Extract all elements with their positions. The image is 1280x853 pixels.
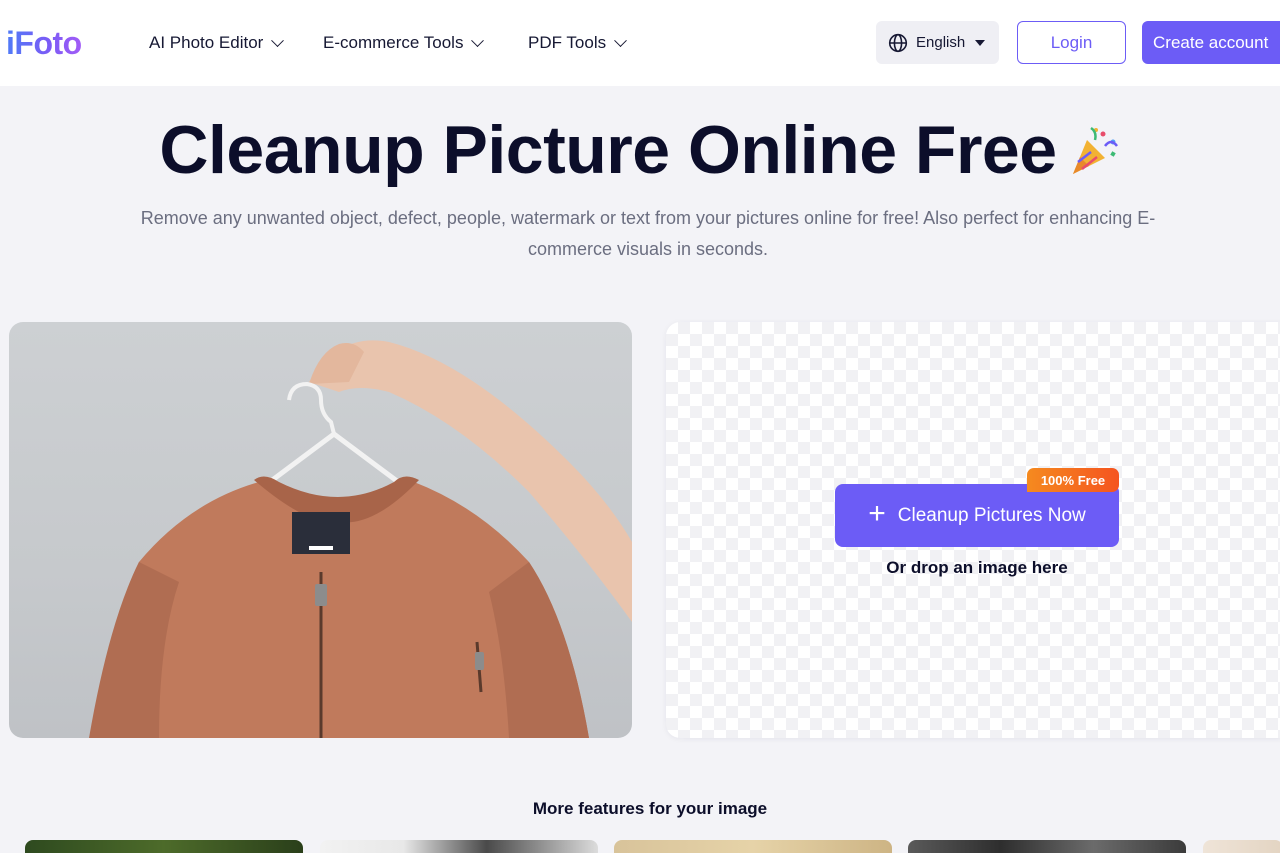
upload-button-label: Cleanup Pictures Now bbox=[897, 504, 1086, 526]
nav-label: PDF Tools bbox=[528, 33, 607, 52]
language-selector[interactable]: English bbox=[876, 21, 999, 64]
feature-thumbnail[interactable] bbox=[320, 840, 598, 853]
plus-icon: + bbox=[868, 497, 886, 530]
feature-thumbnail[interactable] bbox=[614, 840, 892, 853]
caret-down-icon bbox=[975, 39, 986, 46]
feature-thumbnail[interactable] bbox=[1203, 840, 1280, 853]
free-badge: 100% Free bbox=[1027, 468, 1119, 492]
site-header: iFoto AI Photo Editor E-commerce Tools P… bbox=[0, 0, 1280, 86]
page-title-text: Cleanup Picture Online Free bbox=[159, 112, 1057, 188]
sample-photo bbox=[9, 322, 632, 738]
feature-thumbnail[interactable] bbox=[25, 840, 303, 853]
logo[interactable]: iFoto bbox=[6, 24, 82, 62]
login-button[interactable]: Login bbox=[1017, 21, 1126, 64]
nav-ai-photo-editor[interactable]: AI Photo Editor bbox=[149, 30, 285, 56]
party-popper-icon bbox=[1067, 115, 1121, 195]
nav-pdf-tools[interactable]: PDF Tools bbox=[528, 30, 627, 56]
chevron-down-icon bbox=[271, 33, 285, 47]
jacket-on-hanger-image bbox=[89, 340, 632, 738]
chevron-down-icon bbox=[471, 33, 485, 47]
cleanup-pictures-now-button[interactable]: + Cleanup Pictures Now bbox=[835, 484, 1119, 547]
chevron-down-icon bbox=[614, 33, 627, 47]
language-label: English bbox=[916, 34, 966, 51]
nav-label: AI Photo Editor bbox=[149, 33, 264, 52]
more-features-title: More features for your image bbox=[532, 799, 768, 818]
page-title: Cleanup Picture Online Free bbox=[0, 110, 1280, 195]
feature-thumbnail[interactable] bbox=[908, 840, 1186, 853]
nav-label: E-commerce Tools bbox=[323, 33, 464, 52]
drop-hint: Or drop an image here bbox=[886, 558, 1068, 577]
create-account-button[interactable]: Create account bbox=[1142, 21, 1280, 64]
page-subtitle: Remove any unwanted object, defect, peop… bbox=[140, 208, 1156, 259]
nav-ecommerce-tools[interactable]: E-commerce Tools bbox=[323, 30, 485, 56]
globe-icon bbox=[888, 33, 908, 52]
